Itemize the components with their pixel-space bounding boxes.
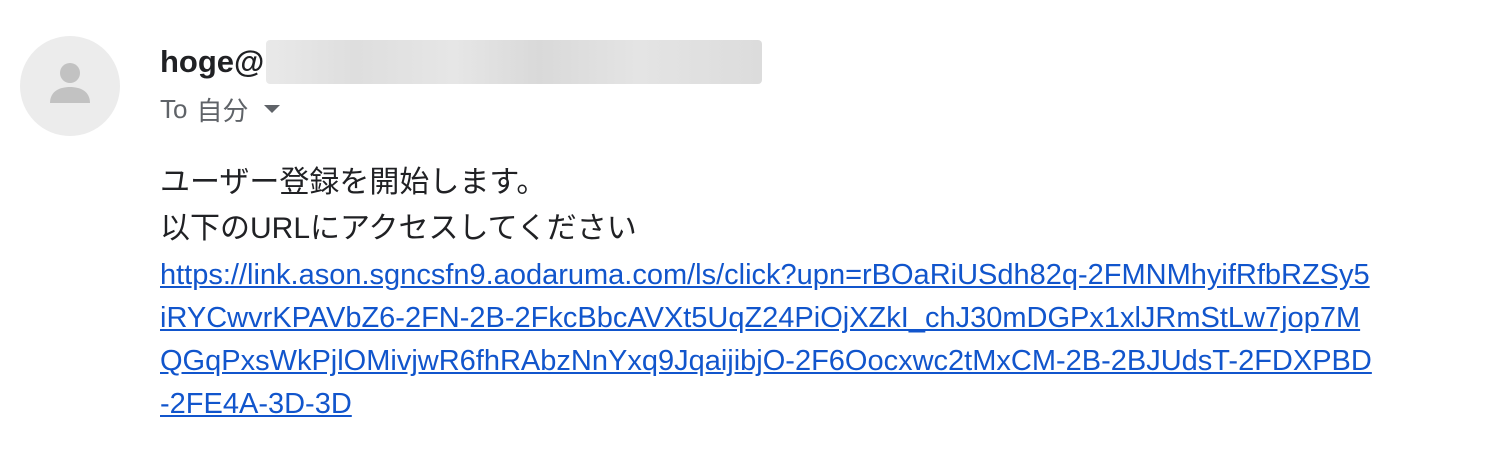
body-line-2: 以下のURLにアクセスしてください (160, 212, 637, 245)
link-line-1[interactable]: https://link.ason.sgncsfn9.aodaruma.com/… (160, 254, 1506, 297)
message-body: ユーザー登録を開始します。 以下のURLにアクセスしてください (160, 160, 1506, 252)
link-line-2[interactable]: iRYCwvrKPAVbZ6-2FN-2B-2FkcBbcAVXt5UqZ24P… (160, 297, 1506, 340)
body-line-1: ユーザー登録を開始します。 (160, 166, 547, 199)
recipient-details-toggle[interactable]: To 自分 (160, 91, 282, 127)
sender-avatar[interactable] (20, 36, 120, 136)
recipient-name: 自分 (196, 95, 249, 126)
link-line-3[interactable]: QGqPxsWkPjlOMivjwR6fhRAbzNnYxq9JqaijibjO… (160, 340, 1506, 383)
redacted-sender-domain (266, 40, 763, 84)
email-message-view: hoge@ To 自分 ユーザー登録を開始します。 以下のURLにアクセスしてく… (0, 0, 1506, 474)
dropdown-arrow-icon[interactable] (262, 103, 282, 115)
to-label: To (160, 93, 188, 124)
sender-line: hoge@ (160, 40, 763, 84)
person-icon (50, 63, 90, 103)
registration-link[interactable]: https://link.ason.sgncsfn9.aodaruma.com/… (160, 254, 1506, 426)
link-line-4[interactable]: -2FE4A-3D-3D (160, 383, 1506, 426)
sender-address[interactable]: hoge@ (160, 40, 264, 84)
